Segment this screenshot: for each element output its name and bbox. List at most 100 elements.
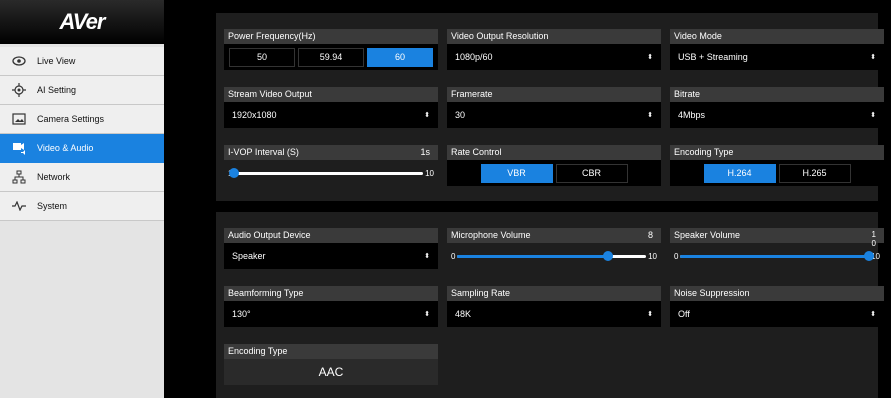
field-label: Microphone Volume — [451, 230, 531, 240]
field-label: Stream Video Output — [228, 89, 312, 99]
framerate-select[interactable]: 30 ⬍ — [447, 102, 661, 128]
sidebar-item-label: AI Setting — [37, 85, 77, 95]
slider-fill — [457, 254, 609, 258]
microphone-volume-slider[interactable]: 0 10 — [447, 243, 661, 269]
slider-track[interactable] — [457, 250, 647, 261]
field-label: Video Mode — [674, 31, 722, 41]
sidebar-item-video-audio[interactable]: Video & Audio — [0, 134, 164, 163]
slider-fill — [680, 254, 870, 258]
video-output-resolution-field: Video Output Resolution 1080p/60 ⬍ — [447, 29, 661, 70]
ivop-interval-slider[interactable]: 1 10 — [224, 160, 438, 186]
slider-handle[interactable] — [864, 250, 875, 261]
audio-output-device-select[interactable]: Speaker ⬍ — [224, 243, 438, 269]
ivop-interval-field: I-VOP Interval (S) 1s 1 10 — [224, 145, 438, 186]
encoding-option-h265[interactable]: H.265 — [778, 163, 851, 183]
sidebar-item-label: Camera Settings — [37, 114, 105, 124]
power-frequency-option-59-94[interactable]: 59.94 — [298, 47, 364, 67]
noise-suppression-select[interactable]: Off ⬍ — [670, 301, 884, 327]
sidebar-item-label: Video & Audio — [37, 143, 94, 153]
speaker-volume-value: 1 0 — [871, 230, 876, 248]
field-label: Speaker Volume — [674, 230, 741, 240]
speaker-volume-digit-1: 1 — [871, 230, 876, 239]
field-label: Bitrate — [674, 89, 701, 99]
rate-control-option-cbr[interactable]: CBR — [555, 163, 628, 183]
select-value: 4Mbps — [678, 110, 706, 120]
power-frequency-selector: 50 59.94 60 — [224, 44, 438, 70]
encoding-option-h264[interactable]: H.264 — [703, 163, 776, 183]
field-label: Audio Output Device — [228, 230, 311, 240]
select-value: 30 — [455, 110, 466, 120]
ivop-current-value: 1s — [420, 147, 430, 157]
framerate-field: Framerate 30 ⬍ — [447, 87, 661, 128]
field-label: Power Frequency(Hz) — [228, 31, 316, 41]
power-frequency-field: Power Frequency(Hz) 50 59.94 60 — [224, 29, 438, 70]
power-frequency-option-60[interactable]: 60 — [367, 47, 433, 67]
bitrate-select[interactable]: 4Mbps ⬍ — [670, 102, 884, 128]
beamforming-type-select[interactable]: 130° ⬍ — [224, 301, 438, 327]
sidebar-item-label: Live View — [37, 56, 76, 66]
speaker-volume-field: Speaker Volume 1 0 0 10 — [670, 228, 884, 269]
slider-max: 10 — [648, 251, 657, 261]
pulse-icon — [12, 199, 26, 213]
video-encoding-type-field: Encoding Type H.264 H.265 — [670, 145, 884, 186]
audio-settings-panel: Audio Output Device Speaker ⬍ Microphone… — [216, 212, 884, 398]
bitrate-field: Bitrate 4Mbps ⬍ — [670, 87, 884, 128]
field-label: Beamforming Type — [228, 288, 304, 298]
updown-caret-icon: ⬍ — [424, 112, 430, 119]
speaker-volume-digit-2: 0 — [871, 239, 876, 248]
select-value: 48K — [455, 309, 472, 319]
main-content: Power Frequency(Hz) 50 59.94 60 Video Ou… — [164, 0, 891, 398]
microphone-volume-field: Microphone Volume 8 0 10 — [447, 228, 661, 269]
slider-min: 0 — [451, 251, 456, 261]
microphone-volume-value: 8 — [647, 230, 653, 240]
video-audio-icon — [12, 141, 26, 155]
video-output-resolution-select[interactable]: 1080p/60 ⬍ — [447, 44, 661, 70]
network-icon — [12, 170, 26, 184]
sidebar-item-label: System — [37, 201, 68, 211]
field-label: Video Output Resolution — [451, 31, 549, 41]
sidebar: AVer Live View AI Setting Camera Setting… — [0, 0, 164, 398]
slider-min: 0 — [674, 251, 679, 261]
eye-icon — [12, 54, 26, 68]
aver-logo: AVer — [59, 9, 106, 34]
rate-control-option-vbr[interactable]: VBR — [480, 163, 553, 183]
sampling-rate-select[interactable]: 48K ⬍ — [447, 301, 661, 327]
video-mode-select[interactable]: USB + Streaming ⬍ — [670, 44, 884, 70]
slider-handle[interactable] — [603, 250, 614, 261]
audio-encoding-type-field: Encoding Type AAC — [224, 344, 438, 385]
select-value: 1920x1080 — [232, 110, 277, 120]
slider-track[interactable] — [229, 167, 424, 178]
select-value: Speaker — [232, 251, 266, 261]
select-value: 1080p/60 — [455, 52, 493, 62]
sidebar-item-label: Network — [37, 172, 71, 182]
speaker-volume-slider[interactable]: 0 10 — [670, 243, 884, 269]
updown-caret-icon: ⬍ — [424, 311, 430, 318]
select-value: Off — [678, 309, 690, 319]
sampling-rate-field: Sampling Rate 48K ⬍ — [447, 286, 661, 327]
stream-video-output-field: Stream Video Output 1920x1080 ⬍ — [224, 87, 438, 128]
rate-control-selector: VBR CBR — [447, 160, 661, 186]
stream-video-output-select[interactable]: 1920x1080 ⬍ — [224, 102, 438, 128]
field-label: Rate Control — [451, 147, 502, 157]
target-icon — [12, 83, 26, 97]
power-frequency-option-50[interactable]: 50 — [229, 47, 295, 67]
sidebar-item-system[interactable]: System — [0, 192, 164, 221]
field-label: Encoding Type — [228, 346, 288, 356]
sidebar-item-ai-setting[interactable]: AI Setting — [0, 76, 164, 105]
updown-caret-icon: ⬍ — [870, 54, 876, 61]
sidebar-item-live-view[interactable]: Live View — [0, 47, 164, 76]
select-value: USB + Streaming — [678, 52, 748, 62]
sidebar-item-network[interactable]: Network — [0, 163, 164, 192]
slider-track[interactable] — [680, 250, 875, 261]
field-label: Noise Suppression — [674, 288, 750, 298]
slider-handle[interactable] — [229, 167, 240, 178]
updown-caret-icon: ⬍ — [647, 311, 653, 318]
updown-caret-icon: ⬍ — [647, 112, 653, 119]
field-label: I-VOP Interval (S) — [228, 147, 299, 157]
video-mode-field: Video Mode USB + Streaming ⬍ — [670, 29, 884, 70]
noise-suppression-field: Noise Suppression Off ⬍ — [670, 286, 884, 327]
beamforming-type-field: Beamforming Type 130° ⬍ — [224, 286, 438, 327]
audio-encoding-value: AAC — [224, 359, 438, 385]
sidebar-item-camera-settings[interactable]: Camera Settings — [0, 105, 164, 134]
field-label: Sampling Rate — [451, 288, 511, 298]
